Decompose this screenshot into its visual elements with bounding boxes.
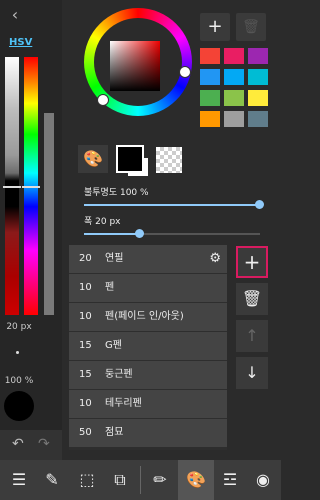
brush-size-label: 20 px: [6, 322, 32, 332]
redo-icon[interactable]: ↷: [38, 436, 50, 452]
value-slider-marker[interactable]: [3, 186, 21, 188]
color-swatch[interactable]: [248, 90, 268, 106]
selection-icon[interactable]: ⬚: [72, 463, 102, 497]
brush-list: 20 연필 ⚙ 10 펜 10 펜(페이드 인/아웃) 15 G펜 15 둥근펜…: [69, 245, 227, 450]
color-swatch[interactable]: [224, 48, 244, 64]
brush-size-slider[interactable]: [44, 113, 54, 315]
color-swatch[interactable]: [224, 69, 244, 85]
width-slider-knob[interactable]: [135, 229, 144, 238]
brush-size-preview: [16, 351, 19, 354]
brush-opacity-label: 100 %: [4, 376, 34, 386]
undo-icon[interactable]: ↶: [12, 436, 24, 452]
color-swatch[interactable]: [248, 48, 268, 64]
plus-icon: +: [243, 250, 261, 274]
move-brush-up-button[interactable]: ↑: [236, 320, 268, 352]
trash-icon: 🗑: [242, 19, 260, 35]
toolbar-separator: [140, 466, 141, 494]
brush-item[interactable]: 15 G펜: [69, 332, 227, 360]
width-slider-fill[interactable]: [84, 233, 140, 235]
brush-size: 20: [79, 253, 92, 264]
delete-swatch-button[interactable]: 🗑: [236, 13, 266, 41]
brush-name: 테두리펜: [105, 398, 142, 409]
arrow-up-icon: ↑: [245, 326, 259, 345]
brush-name: 펜(페이드 인/아웃): [105, 311, 184, 322]
opacity-slider-knob[interactable]: [255, 200, 264, 209]
brush-item[interactable]: 20 연필 ⚙: [69, 245, 227, 273]
foreground-color-swatch[interactable]: [116, 145, 144, 173]
add-brush-button[interactable]: +: [236, 246, 268, 278]
brush-size: 10: [79, 398, 92, 409]
move-brush-down-button[interactable]: ↓: [236, 357, 268, 389]
color-swatch[interactable]: [200, 69, 220, 85]
trash-icon: 🗑: [241, 289, 263, 308]
brush-name: 펜: [105, 282, 115, 293]
brush-item[interactable]: 15 둥근펜: [69, 361, 227, 389]
brush-size: 50: [79, 427, 92, 438]
hue-knob[interactable]: [179, 66, 191, 78]
color-swatch[interactable]: [248, 111, 268, 127]
brush-size: 10: [79, 282, 92, 293]
edit-icon[interactable]: ✎: [37, 463, 67, 497]
add-swatch-button[interactable]: +: [200, 13, 230, 41]
palette-icon[interactable]: 🎨: [181, 463, 211, 497]
transform-icon[interactable]: ⧉: [105, 463, 135, 497]
chevron-left-icon[interactable]: ‹: [6, 6, 24, 24]
color-swatch[interactable]: [248, 69, 268, 85]
width-slider-track[interactable]: [140, 233, 260, 235]
gear-icon[interactable]: ⚙: [209, 245, 221, 273]
brush-opacity-preview: [4, 391, 34, 421]
delete-brush-button[interactable]: 🗑: [236, 283, 268, 315]
palette-button[interactable]: 🎨: [78, 145, 108, 173]
brush-item[interactable]: 10 펜(페이드 인/아웃): [69, 303, 227, 331]
color-swatch[interactable]: [224, 111, 244, 127]
width-slider-label: 폭 20 px: [84, 217, 121, 227]
menu-icon[interactable]: ☰: [4, 463, 34, 497]
undo-redo-bar: [0, 430, 62, 460]
opacity-slider-label: 불투명도 100 %: [84, 188, 149, 198]
saturation-value-knob[interactable]: [97, 94, 109, 106]
brush-name: 점묘: [105, 427, 124, 438]
saturation-value-square[interactable]: [110, 41, 160, 91]
color-swatch[interactable]: [200, 48, 220, 64]
brush-name: G펜: [105, 340, 122, 351]
plus-icon: +: [207, 16, 223, 37]
brush-size: 15: [79, 369, 92, 380]
color-swatch[interactable]: [224, 90, 244, 106]
brush-size: 15: [79, 340, 92, 351]
transparent-color-swatch[interactable]: [156, 147, 182, 173]
arrow-down-icon: ↓: [245, 363, 259, 382]
brush-name: 둥근펜: [105, 369, 133, 380]
brush-size: 10: [79, 311, 92, 322]
color-mode-tab[interactable]: HSV: [9, 37, 32, 48]
brush-item[interactable]: 50 점묘: [69, 419, 227, 447]
palette-icon: 🎨: [83, 149, 103, 168]
layers-icon[interactable]: ☲: [215, 463, 245, 497]
color-swatch[interactable]: [200, 111, 220, 127]
brush-item[interactable]: 10 테두리펜: [69, 390, 227, 418]
settings-icon[interactable]: ◉: [248, 463, 278, 497]
brush-name: 연필: [105, 253, 124, 264]
brush-item[interactable]: 10 펜: [69, 274, 227, 302]
opacity-slider-track[interactable]: [84, 204, 260, 206]
pen-icon[interactable]: ✏: [145, 463, 175, 497]
color-swatch[interactable]: [200, 90, 220, 106]
hue-slider-marker[interactable]: [22, 186, 40, 188]
